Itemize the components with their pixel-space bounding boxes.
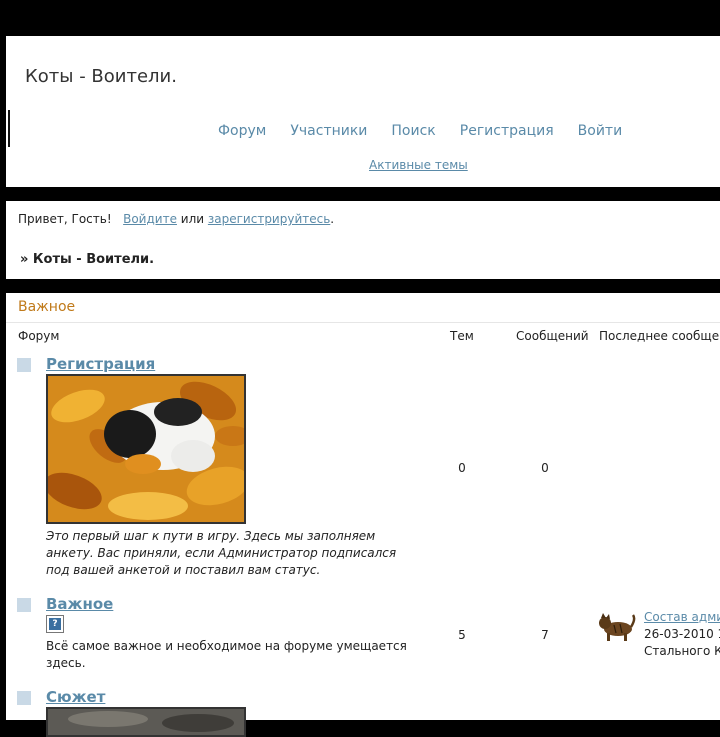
col-topics: Тем [450, 329, 474, 343]
col-posts: Сообщений [516, 329, 589, 343]
greeting: Привет, Гость! [18, 212, 112, 226]
last-post-link[interactable]: Состав админ [644, 610, 720, 624]
nav-forum[interactable]: Форум [218, 123, 266, 139]
welcome-text: Привет, Гость! Войдите или зарегистрируй… [18, 212, 334, 226]
header: Коты - Воители. Форум Участники Поиск Ре… [6, 36, 720, 187]
forum-image-plot[interactable] [46, 707, 246, 737]
site-title: Коты - Воители. [25, 66, 177, 87]
breadcrumb: » Коты - Воители. [20, 252, 155, 267]
forum-list: Важное Форум Тем Сообщений Последнее соо… [6, 293, 720, 737]
cat-avatar-icon [599, 613, 636, 641]
last-post-info: Состав админ 26-03-2010 1 Стального К [644, 609, 720, 660]
plot-image [48, 709, 244, 735]
forum-description: Это первый шаг к пути в игру. Здесь мы з… [46, 529, 397, 577]
col-forum: Форум [18, 329, 60, 343]
last-post-author: Стального К [644, 644, 720, 658]
login-link[interactable]: Войдите [123, 212, 177, 226]
forum-topics-count: 0 [458, 461, 466, 475]
last-post-date: 26-03-2010 1 [644, 627, 720, 641]
register-link[interactable]: зарегистрируйтесь [208, 212, 330, 226]
forum-image-cat-leaves[interactable] [46, 374, 246, 524]
welcome-panel: Привет, Гость! Войдите или зарегистрируй… [6, 201, 720, 279]
text-cursor [8, 110, 10, 147]
forum-status-icon [17, 358, 31, 372]
help-icon: ? [46, 615, 64, 633]
category-divider [6, 322, 720, 323]
forum-posts-count: 0 [541, 461, 549, 475]
nav-login[interactable]: Войти [578, 123, 623, 139]
cat-in-leaves-image [48, 376, 244, 522]
nav-search[interactable]: Поиск [391, 123, 435, 139]
nav-register[interactable]: Регистрация [460, 123, 554, 139]
main-nav: Форум Участники Поиск Регистрация Войти [218, 123, 622, 139]
last-post-avatar[interactable] [598, 611, 636, 645]
forum-topics-count: 5 [458, 628, 466, 642]
forum-title-registration[interactable]: Регистрация [46, 355, 155, 373]
col-last-post: Последнее сообщение [599, 329, 720, 343]
forum-status-icon [17, 691, 31, 705]
category-title: Важное [18, 299, 76, 315]
nav-members[interactable]: Участники [290, 123, 367, 139]
forum-title-important[interactable]: Важное [46, 595, 113, 613]
forum-status-icon [17, 598, 31, 612]
active-topics-link[interactable]: Активные темы [369, 158, 468, 172]
or-text: или [180, 212, 205, 226]
forum-title-plot[interactable]: Сюжет [46, 688, 105, 706]
forum-posts-count: 7 [541, 628, 549, 642]
period: . [330, 212, 335, 226]
forum-description: Всё самое важное и необходимое на форуме… [46, 639, 407, 670]
